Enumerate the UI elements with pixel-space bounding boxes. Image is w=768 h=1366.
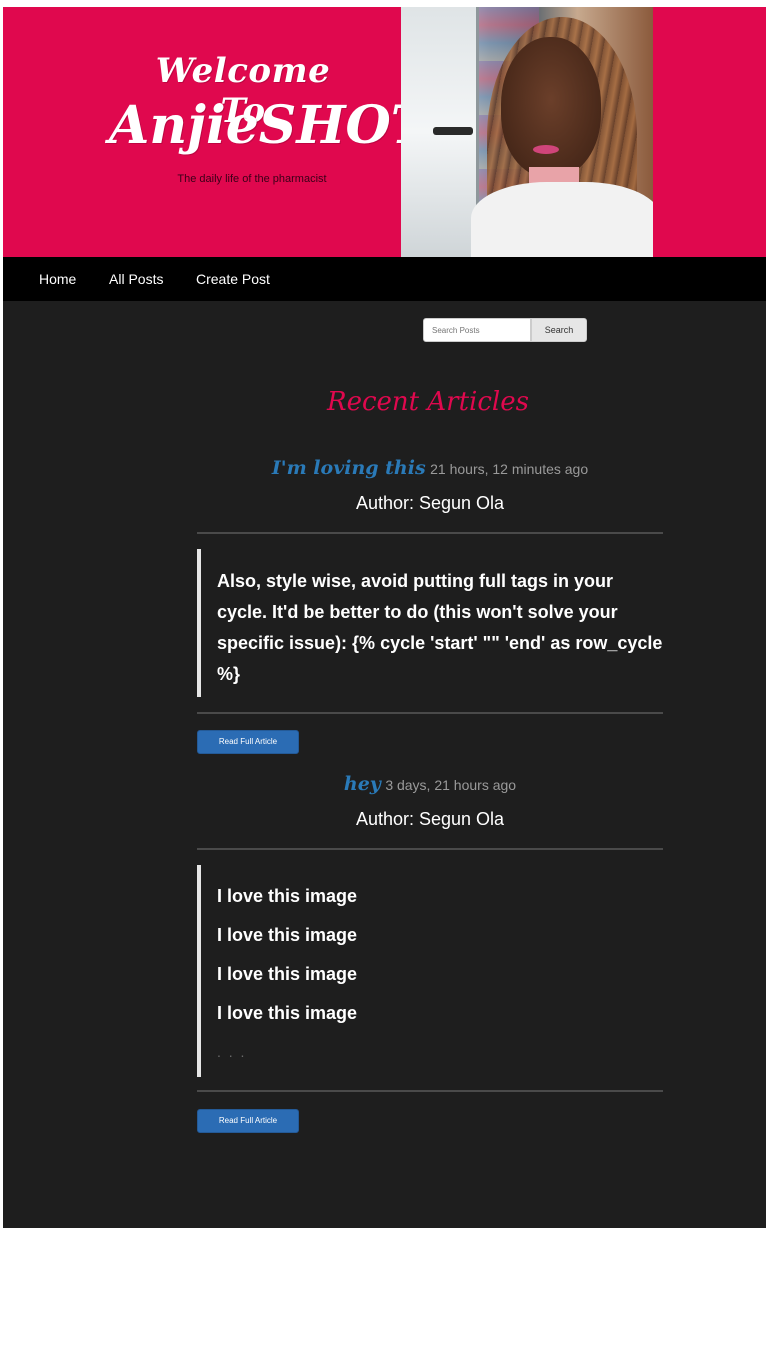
excerpt-line: I love this image <box>217 1003 358 1023</box>
article-heading: hey 3 days, 21 hours ago <box>197 773 663 795</box>
nav-create-post[interactable]: Create Post <box>196 271 270 287</box>
divider <box>197 532 663 534</box>
read-full-article-button[interactable]: Read Full Article <box>197 730 299 754</box>
excerpt-line: I love this image <box>217 964 358 984</box>
site-tagline: The daily life of the pharmacist <box>177 173 327 185</box>
divider <box>197 712 663 714</box>
search-input[interactable] <box>423 318 531 342</box>
nav-all-posts[interactable]: All Posts <box>109 271 163 287</box>
nav-home[interactable]: Home <box>39 271 76 287</box>
article-timestamp: 3 days, 21 hours ago <box>385 777 517 793</box>
main-nav: Home All Posts Create Post <box>3 257 766 301</box>
header-photo <box>401 7 653 257</box>
divider <box>197 1090 663 1092</box>
article-excerpt: I love this image I love this image I lo… <box>197 865 663 1077</box>
photo-face <box>501 37 601 177</box>
article-title-link[interactable]: I'm loving this <box>272 457 426 479</box>
site-name: AnjieSHOT <box>109 95 430 156</box>
excerpt-text: Also, style wise, avoid putting full tag… <box>217 571 663 684</box>
excerpt-line: I love this image <box>217 925 358 945</box>
article-timestamp: 21 hours, 12 minutes ago <box>430 461 589 477</box>
read-full-article-button[interactable]: Read Full Article <box>197 1109 299 1133</box>
photo-coat <box>471 182 653 257</box>
search-button[interactable]: Search <box>531 318 587 342</box>
article-author: Author: Segun Ola <box>355 493 505 513</box>
article-heading: I'm loving this 21 hours, 12 minutes ago <box>197 457 663 479</box>
section-title: Recent Articles <box>327 387 529 417</box>
article-author: Author: Segun Ola <box>355 809 505 829</box>
article-title-link[interactable]: hey <box>344 773 381 795</box>
photo-lips <box>533 145 559 154</box>
excerpt-line: I love this image <box>217 886 358 906</box>
divider <box>197 848 663 850</box>
page-frame: Welcome To AnjieSHOT The daily life of t… <box>3 7 766 1228</box>
header-banner: Welcome To AnjieSHOT The daily life of t… <box>3 7 766 257</box>
article-excerpt: Also, style wise, avoid putting full tag… <box>197 549 663 697</box>
excerpt-ellipsis: . . . <box>217 1044 247 1060</box>
photo-door-handle <box>433 127 473 135</box>
